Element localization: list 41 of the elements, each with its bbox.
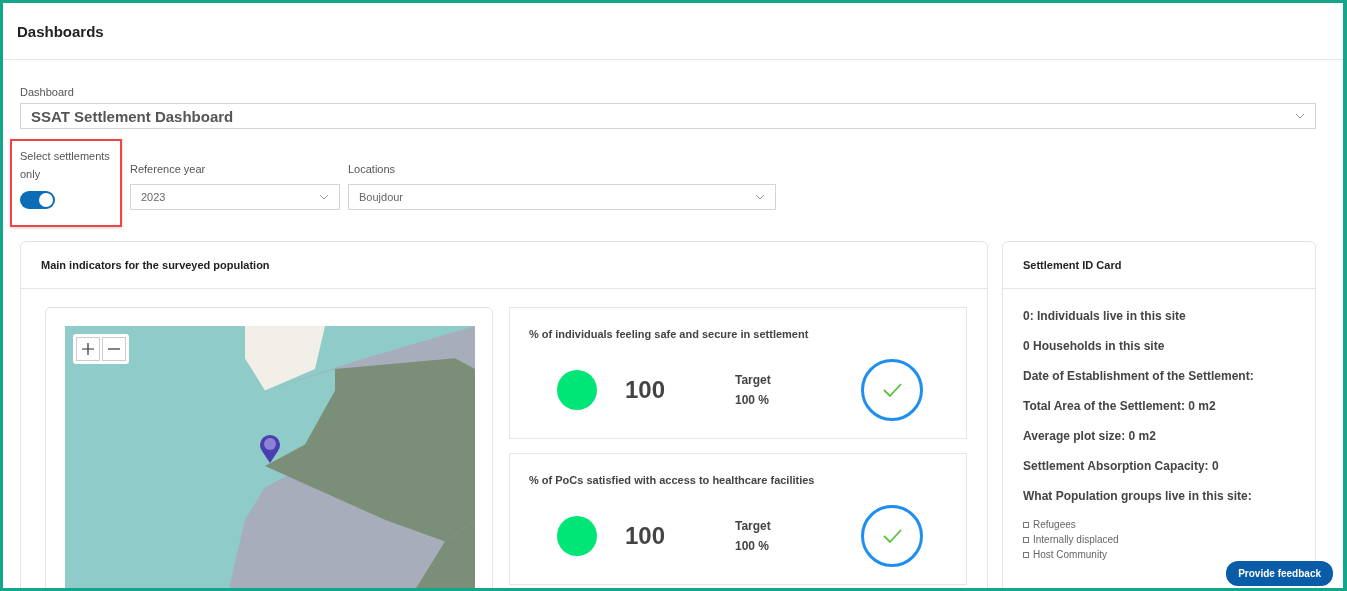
fact-text: Total Area of the Settlement: 0 m2 [1023, 399, 1217, 413]
page-title: Dashboards [17, 22, 104, 40]
zoom-out-button[interactable] [102, 337, 126, 361]
feedback-button[interactable]: Provide feedback [1226, 561, 1333, 586]
dashboard-select[interactable]: SSAT Settlement Dashboard [20, 103, 1316, 129]
field-label: Reference year [130, 163, 207, 175]
target-label: Target [735, 519, 772, 533]
checkbox[interactable] [1023, 551, 1029, 558]
zoom-in-button[interactable] [76, 337, 100, 361]
fact-text: Average plot size: 0 m2 [1023, 429, 1157, 443]
toggle-switch[interactable] [20, 191, 55, 209]
indicator-title: % of PoCs satisfied with access to healthcare facilities [529, 474, 816, 486]
minus-icon [108, 348, 120, 350]
checkbox[interactable] [1023, 536, 1029, 543]
fact-text: 0: Individuals live in this site [1023, 309, 1187, 323]
indicator-value: 100 [625, 522, 667, 550]
panel-title: Main indicators for the surveyed population [41, 259, 270, 271]
field-label: Locations [348, 163, 397, 175]
fact-text: 0 Households in this site [1023, 339, 1166, 353]
indicator-value: 100 [625, 376, 667, 404]
map-pin-icon[interactable] [259, 434, 281, 464]
fact-text: Settlement Absorption Capacity: 0 [1023, 459, 1220, 473]
plus-icon [82, 343, 94, 355]
locations-select[interactable]: Boujdour [348, 184, 776, 210]
chevron-down-icon [319, 194, 329, 200]
indicator-title: % of individuals feeling safe and secure in settlement [529, 328, 810, 340]
target-label: Target [735, 373, 772, 387]
panel-title: Settlement ID Card [1023, 259, 1122, 271]
chevron-down-icon [755, 194, 765, 200]
chevron-down-icon [1295, 113, 1305, 119]
group-label: Host Community [1033, 549, 1107, 560]
field-label: Dashboard [20, 86, 75, 98]
year-select[interactable]: 2023 [130, 184, 340, 210]
target-value: 100 % [735, 539, 771, 553]
toggle-label: Select settlements only [20, 149, 111, 182]
group-label: Refugees [1033, 519, 1076, 530]
group-label: Internally displaced [1033, 534, 1119, 545]
target-value: 100 % [735, 393, 771, 407]
checkbox[interactable] [1023, 521, 1029, 528]
fact-text: What Population groups live in this site: [1023, 489, 1253, 503]
fact-text: Date of Establishment of the Settlement: [1023, 369, 1255, 383]
